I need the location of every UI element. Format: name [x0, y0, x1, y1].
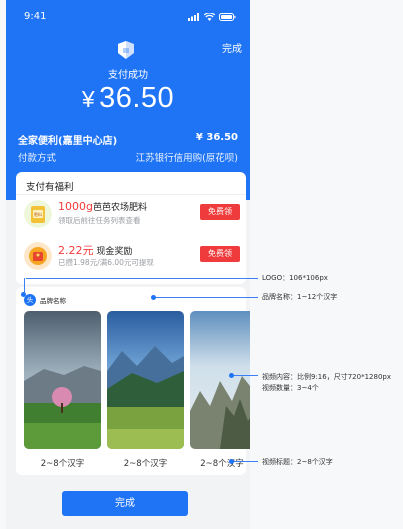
- benefit-title: 1000g芭芭农场肥料: [58, 200, 147, 213]
- annotation-video-title: 视频标题：2~8个汉字: [262, 458, 333, 466]
- brand-video-card: 头 品牌名称 2~8个汉字 2~8个汉字 2~8个汉字: [16, 287, 250, 475]
- video-list: [24, 311, 250, 451]
- merchant-name: 全家便利(嘉里中心店): [18, 136, 118, 147]
- annotation-line: [24, 278, 25, 293]
- benefit-text: 芭芭农场肥料: [92, 203, 147, 213]
- success-title: 支付成功: [108, 70, 148, 81]
- merchant-row: 全家便利(嘉里中心店) ¥ 36.50: [18, 132, 238, 147]
- done-button[interactable]: 完成: [62, 491, 188, 516]
- video-thumbnail[interactable]: [24, 311, 101, 449]
- currency-symbol: ¥: [81, 86, 96, 112]
- video-title: 2~8个汉字: [123, 459, 168, 469]
- red-envelope-icon: [24, 242, 52, 270]
- benefit-item-fertilizer[interactable]: 肥料 1000g芭芭农场肥料 领取后前往任务列表查看 免费领: [22, 198, 242, 234]
- battery-icon: [219, 13, 236, 21]
- signal-icon: [188, 13, 199, 21]
- svg-text:肥料: 肥料: [34, 211, 42, 217]
- phone-screen: 9:41 完成 支付成功 ¥36.50 全家便利(嘉里中心店) ¥ 36.50 …: [6, 0, 250, 529]
- benefit-item-cash[interactable]: 2.22元 现金奖励 已攒1.98元/满6.00元可提现 免费领: [22, 240, 242, 276]
- video-thumbnail[interactable]: [190, 311, 250, 449]
- annotation-logo: LOGO：106*106px: [262, 274, 328, 282]
- benefit-subtext: 领取后前往任务列表查看: [58, 216, 141, 225]
- annotation-video-count: 视频数量：3~4个: [262, 384, 319, 392]
- claim-free-button[interactable]: 免费领: [200, 246, 240, 262]
- payment-method-row: 付款方式 江苏银行信用购(原花呗): [18, 150, 238, 164]
- status-bar: 9:41: [6, 0, 250, 34]
- status-icons: [188, 13, 236, 21]
- claim-free-button[interactable]: 免费领: [200, 204, 240, 220]
- done-top-button[interactable]: 完成: [222, 40, 242, 55]
- video-title: 2~8个汉字: [40, 459, 85, 469]
- video-title: 2~8个汉字: [200, 459, 244, 469]
- status-time: 9:41: [24, 11, 47, 22]
- success-shield-icon: [118, 41, 134, 59]
- benefit-highlight: 1000g: [58, 200, 93, 213]
- annotation-video-content: 视频内容：比例9:16，尺寸720*1280px: [262, 373, 391, 381]
- annotation-brand-name: 品牌名称：1~12个汉字: [262, 293, 338, 301]
- benefits-title: 支付有福利: [26, 182, 74, 193]
- amount-value: 36.50: [99, 82, 175, 114]
- brand-name: 品牌名称: [40, 297, 66, 305]
- payment-header: 9:41 完成 支付成功 ¥36.50 全家便利(嘉里中心店) ¥ 36.50 …: [6, 0, 250, 200]
- payment-method-value: 江苏银行信用购(原花呗): [135, 153, 238, 164]
- divider: [16, 194, 246, 195]
- benefit-highlight: 2.22元: [58, 244, 94, 257]
- payment-method-label: 付款方式: [18, 153, 57, 164]
- fertilizer-bag-icon: 肥料: [24, 200, 52, 228]
- brand-logo[interactable]: 头: [24, 294, 36, 306]
- paid-amount: ¥36.50: [6, 82, 250, 115]
- annotation-line: [156, 297, 258, 298]
- benefit-subtext: 已攒1.98元/满6.00元可提现: [58, 258, 154, 267]
- benefit-text: 现金奖励: [93, 247, 133, 257]
- video-thumbnail[interactable]: [107, 311, 184, 449]
- benefits-card: 支付有福利 肥料 1000g芭芭农场肥料 领取后前往任务列表查看 免费领 2.2…: [16, 172, 246, 284]
- wifi-icon: [204, 13, 215, 21]
- annotation-line: [26, 278, 258, 279]
- benefit-title: 2.22元 现金奖励: [58, 242, 132, 258]
- annotation-line: [234, 461, 258, 462]
- merchant-amount: ¥ 36.50: [195, 132, 238, 143]
- annotation-line: [234, 375, 258, 376]
